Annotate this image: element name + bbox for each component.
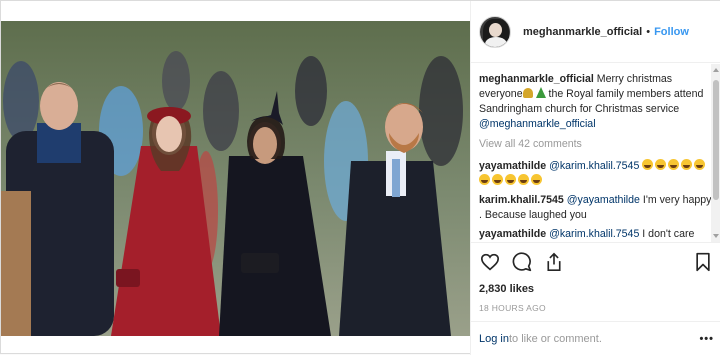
separator-dot: • bbox=[646, 25, 651, 38]
bell-emoji-icon bbox=[522, 88, 533, 98]
more-options-icon[interactable]: ••• bbox=[699, 333, 714, 345]
comments-scrollbar[interactable] bbox=[711, 64, 720, 242]
post-photo[interactable] bbox=[1, 21, 470, 336]
login-link[interactable]: Log in bbox=[479, 333, 509, 345]
christmas-tree-emoji-icon bbox=[535, 87, 546, 98]
instagram-post-embed: meghanmarkle_official • Follow meghanmar… bbox=[0, 0, 720, 355]
post-actions: 2,830 likes 18 HOURS AGO bbox=[471, 242, 720, 313]
follow-button[interactable]: Follow bbox=[654, 26, 689, 38]
post-footer: Log in to like or comment. ••• bbox=[471, 321, 720, 355]
post-timestamp[interactable]: 18 HOURS AGO bbox=[479, 303, 714, 313]
comment-mention[interactable]: @karim.khalil.7545 bbox=[549, 160, 639, 172]
avatar[interactable] bbox=[479, 15, 511, 48]
likes-count[interactable]: 2,830 likes bbox=[479, 283, 714, 295]
caption-mention[interactable]: @meghanmarkle_official bbox=[479, 118, 596, 130]
scroll-down-arrow-icon[interactable] bbox=[713, 234, 719, 238]
royal-family-photo bbox=[1, 21, 470, 336]
comment-username[interactable]: yayamathilde bbox=[479, 160, 546, 172]
share-upload-icon[interactable] bbox=[543, 251, 565, 273]
scroll-up-arrow-icon[interactable] bbox=[713, 68, 719, 72]
scrollbar-thumb[interactable] bbox=[713, 80, 719, 200]
login-prompt-text: to like or comment. bbox=[508, 332, 602, 345]
comment-mention[interactable]: @karim.khalil.7545 bbox=[549, 228, 639, 240]
bookmark-icon[interactable] bbox=[692, 251, 714, 273]
post-sidebar: meghanmarkle_official • Follow meghanmar… bbox=[470, 1, 720, 355]
post-header: meghanmarkle_official • Follow bbox=[471, 1, 720, 63]
comment-item: yayamathilde @karim.khalil.7545 I don't … bbox=[479, 227, 712, 242]
comment-username[interactable]: karim.khalil.7545 bbox=[479, 194, 564, 206]
comment-item: yayamathilde @karim.khalil.7545 bbox=[479, 159, 712, 189]
caption-username[interactable]: meghanmarkle_official bbox=[479, 73, 594, 85]
comment-item: karim.khalil.7545 @yayamathilde I'm very… bbox=[479, 193, 712, 223]
comment-bubble-icon[interactable] bbox=[511, 251, 533, 273]
caption: meghanmarkle_official Merry christmas ev… bbox=[479, 72, 712, 132]
author-username[interactable]: meghanmarkle_official bbox=[523, 26, 642, 38]
view-all-comments-link[interactable]: View all 42 comments bbox=[479, 138, 712, 150]
comment-mention[interactable]: @yayamathilde bbox=[567, 194, 640, 206]
heart-icon[interactable] bbox=[479, 251, 501, 273]
comments-list[interactable]: meghanmarkle_official Merry christmas ev… bbox=[471, 64, 720, 242]
comment-username[interactable]: yayamathilde bbox=[479, 228, 546, 240]
